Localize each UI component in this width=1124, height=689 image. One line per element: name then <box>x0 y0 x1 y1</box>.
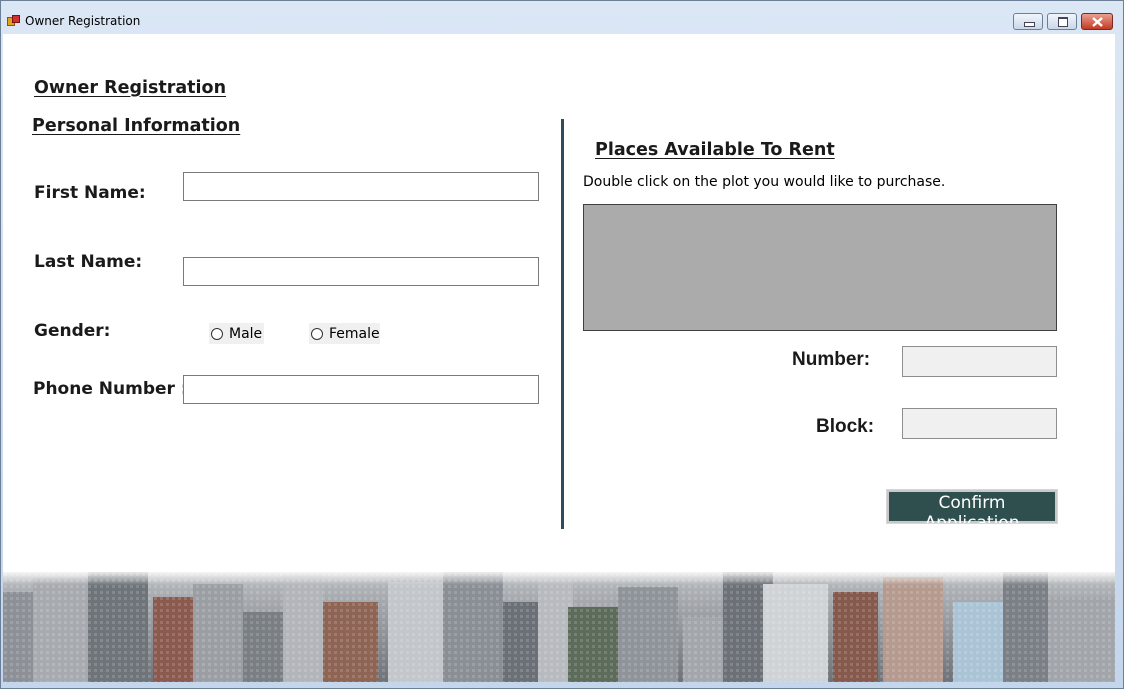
plot-number-field[interactable] <box>902 346 1057 377</box>
city-skyline-banner <box>3 572 1115 682</box>
gender-male-label: Male <box>229 325 263 342</box>
owner-registration-window: Owner Registration Owner Registration Pe… <box>0 0 1124 689</box>
app-form-icon <box>7 15 20 26</box>
phone-number-input[interactable] <box>183 375 539 404</box>
gender-female-label: Female <box>329 325 380 342</box>
radio-circle-icon <box>311 327 323 340</box>
form-title: Owner Registration <box>34 78 227 98</box>
close-button[interactable] <box>1081 13 1113 30</box>
confirm-application-button[interactable]: Confirm Application <box>886 489 1058 533</box>
title-bar[interactable]: Owner Registration <box>1 1 1123 33</box>
radio-circle-icon <box>211 327 223 340</box>
personal-info-heading: Personal Information <box>32 116 241 136</box>
plot-number-label: Number: <box>792 349 871 370</box>
gender-male-radio[interactable]: Male <box>209 323 264 344</box>
gender-female-radio[interactable]: Female <box>309 323 380 344</box>
places-instruction: Double click on the plot you would like … <box>583 174 946 190</box>
window-title: Owner Registration <box>25 14 141 28</box>
phone-number-label: Phone Number : <box>33 379 188 399</box>
places-heading: Places Available To Rent <box>595 140 835 160</box>
last-name-label: Last Name: <box>34 252 143 272</box>
close-icon <box>1092 17 1103 27</box>
form-client-area: Owner Registration Personal Information … <box>3 34 1115 682</box>
last-name-input[interactable] <box>183 257 539 286</box>
gender-label: Gender: <box>34 321 111 341</box>
places-data-grid[interactable] <box>583 204 1057 331</box>
maximize-button[interactable] <box>1047 13 1077 30</box>
maximize-icon <box>1058 17 1068 27</box>
minimize-button[interactable] <box>1013 13 1043 30</box>
minimize-icon <box>1024 22 1035 27</box>
first-name-input[interactable] <box>183 172 539 201</box>
first-name-label: First Name: <box>34 183 146 203</box>
plot-block-label: Block: <box>816 416 875 437</box>
plot-block-field[interactable] <box>902 408 1057 439</box>
section-divider <box>561 119 564 529</box>
